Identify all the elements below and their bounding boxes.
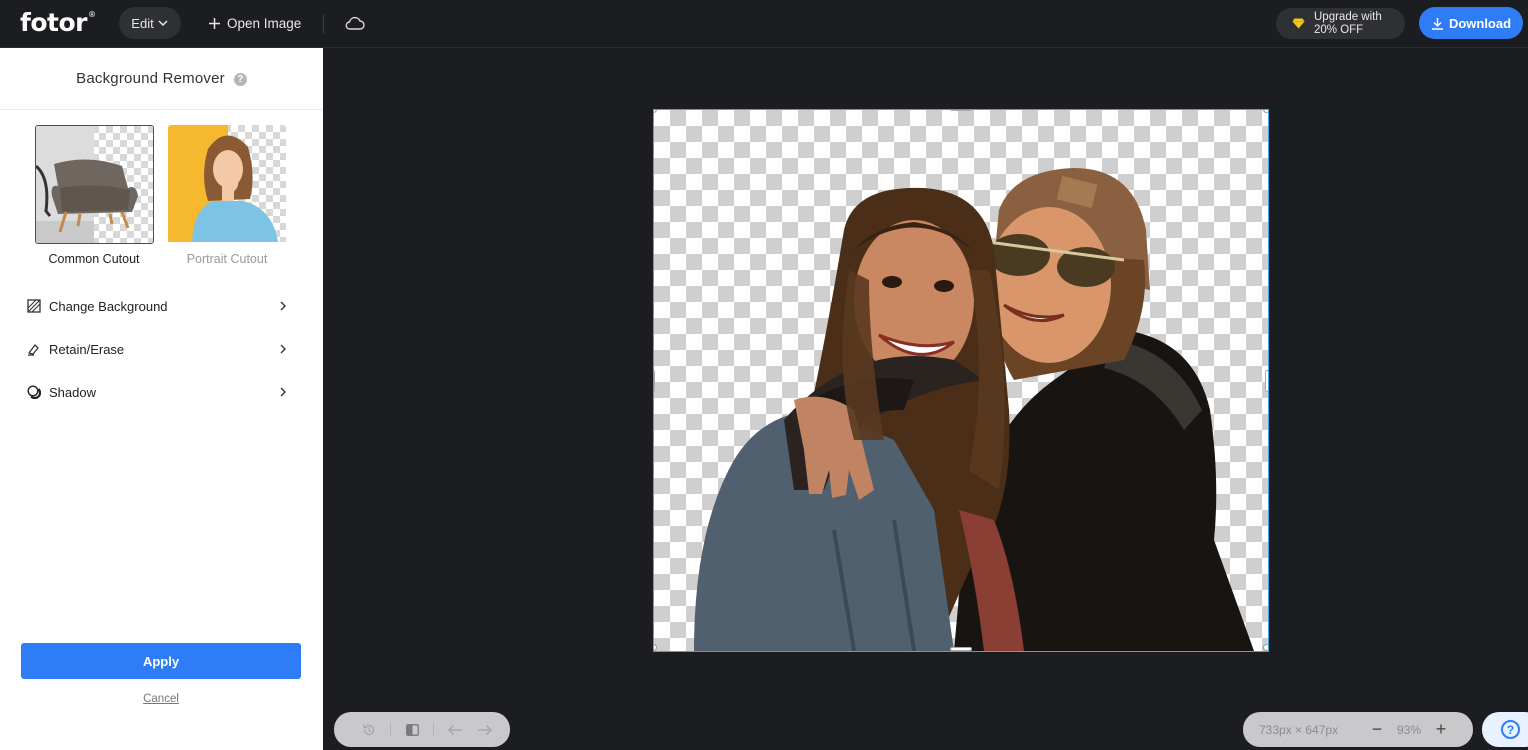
shadow-item[interactable]: Shadow xyxy=(26,377,288,407)
divider xyxy=(433,722,434,737)
chevron-right-icon xyxy=(280,301,286,311)
zoom-in-button[interactable]: + xyxy=(1429,712,1453,747)
compare-icon xyxy=(405,723,419,736)
arrow-right-icon xyxy=(478,724,493,735)
change-background-label: Change Background xyxy=(49,298,168,314)
portrait-cutout-option[interactable] xyxy=(168,125,286,244)
retain-erase-label: Retain/Erase xyxy=(49,341,125,357)
portrait-thumbnail xyxy=(168,125,286,242)
resize-handle-right[interactable] xyxy=(1265,370,1268,392)
portrait-cutout-label: Portrait Cutout xyxy=(186,252,268,266)
open-image-button[interactable]: Open Image xyxy=(208,7,301,39)
retain-erase-item[interactable]: Retain/Erase xyxy=(26,334,288,364)
download-icon xyxy=(1431,17,1443,30)
history-toolbar xyxy=(334,712,510,747)
cloud-icon xyxy=(345,16,365,30)
help-icon[interactable]: ? xyxy=(233,73,247,86)
top-bar: fotor® Edit Open Image Upgrade with 20% … xyxy=(0,0,1528,48)
zoom-toolbar: 733px × 647px − 93% + xyxy=(1243,712,1473,747)
panel-header: Background Remover ? xyxy=(0,48,323,110)
resize-handle-bottom-right[interactable] xyxy=(1263,644,1268,651)
history-button[interactable] xyxy=(354,712,384,747)
edit-menu-button[interactable]: Edit xyxy=(119,7,181,39)
cutout-photo xyxy=(694,168,1254,651)
eraser-icon xyxy=(26,342,41,357)
zoom-percent[interactable]: 93% xyxy=(1389,723,1429,737)
shadow-label: Shadow xyxy=(49,384,96,400)
chevron-right-icon xyxy=(280,344,286,354)
zoom-out-button[interactable]: − xyxy=(1365,712,1389,747)
question-icon: ? xyxy=(1501,720,1520,739)
cancel-link[interactable]: Cancel xyxy=(0,693,322,705)
common-cutout-option[interactable] xyxy=(35,125,154,244)
resize-handle-bottom[interactable] xyxy=(950,647,972,651)
resize-handle-top-right[interactable] xyxy=(1263,110,1268,113)
pattern-square-icon xyxy=(26,299,41,314)
chevron-down-icon xyxy=(158,20,168,27)
change-background-item[interactable]: Change Background xyxy=(26,291,288,321)
shadow-icon xyxy=(26,385,41,400)
canvas-image[interactable] xyxy=(653,109,1269,652)
common-cutout-label: Common Cutout xyxy=(48,252,140,266)
image-size-readout: 733px × 647px xyxy=(1259,722,1339,737)
history-icon xyxy=(363,724,375,735)
fotor-logo[interactable]: fotor® xyxy=(20,8,96,37)
divider xyxy=(323,14,324,34)
panel-title: Background Remover xyxy=(76,70,225,87)
undo-button[interactable] xyxy=(440,712,470,747)
redo-button[interactable] xyxy=(470,712,500,747)
download-label: Download xyxy=(1448,15,1512,31)
open-image-label: Open Image xyxy=(227,15,302,31)
divider xyxy=(390,722,391,737)
compare-button[interactable] xyxy=(397,712,427,747)
download-button[interactable]: Download xyxy=(1419,7,1523,39)
armchair-thumbnail xyxy=(36,126,153,243)
edit-label: Edit xyxy=(131,15,154,31)
cloud-save-button[interactable] xyxy=(344,12,366,34)
diamond-icon xyxy=(1292,18,1305,29)
arrow-left-icon xyxy=(447,724,462,735)
upgrade-button[interactable]: Upgrade with 20% OFF xyxy=(1276,8,1405,39)
plus-icon xyxy=(209,17,220,29)
resize-handle-left[interactable] xyxy=(654,370,655,392)
help-button[interactable]: ? xyxy=(1482,712,1528,747)
background-remover-panel: Background Remover ? Common Cutout Portr… xyxy=(0,48,323,750)
upgrade-text: Upgrade with 20% OFF xyxy=(1314,10,1382,36)
resize-handle-top[interactable] xyxy=(950,110,972,111)
apply-button[interactable]: Apply xyxy=(21,643,301,679)
chevron-right-icon xyxy=(280,387,286,397)
